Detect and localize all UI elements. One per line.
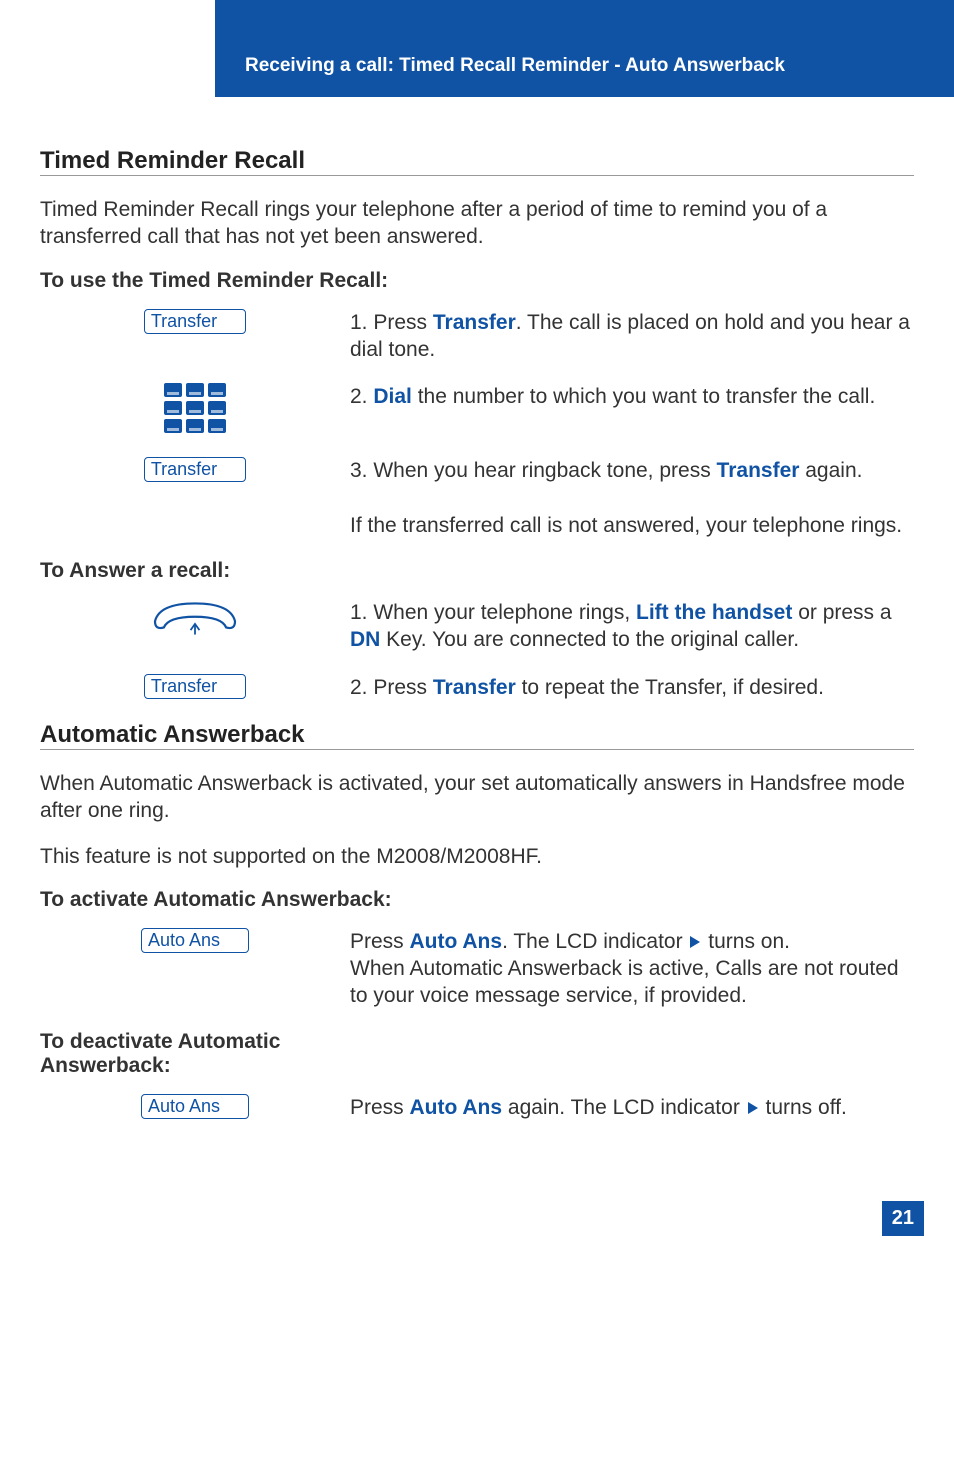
page-content: Timed Reminder Recall Timed Reminder Rec… bbox=[0, 97, 954, 1171]
auto-ans-keyword: Auto Ans bbox=[410, 930, 503, 953]
step-text: Press Auto Ans again. The LCD indicator … bbox=[350, 1094, 914, 1121]
subheading-answer-recall: To Answer a recall: bbox=[40, 559, 914, 583]
transfer-key-icon: Transfer bbox=[144, 457, 246, 482]
icon-col bbox=[40, 383, 350, 437]
transfer-key-icon: Transfer bbox=[144, 309, 246, 334]
step-row: 2. Dial the number to which you want to … bbox=[40, 383, 914, 437]
step-row: Transfer 1. Press Transfer. The call is … bbox=[40, 309, 914, 364]
step-text: Press Auto Ans. The LCD indicator turns … bbox=[350, 928, 914, 1010]
section-title-auto-answerback: Automatic Answerback bbox=[40, 721, 914, 750]
icon-col: Auto Ans bbox=[40, 928, 350, 953]
dn-keyword: DN bbox=[350, 628, 380, 651]
icon-col bbox=[40, 599, 350, 644]
page-header-text: Receiving a call: Timed Recall Reminder … bbox=[245, 55, 785, 76]
auto-answerback-p2: This feature is not supported on the M20… bbox=[40, 843, 914, 870]
step-row: Transfer 2. Press Transfer to repeat the… bbox=[40, 674, 914, 701]
step-text: 3. When you hear ringback tone, press Tr… bbox=[350, 457, 914, 539]
subheading-use-trr: To use the Timed Reminder Recall: bbox=[40, 269, 914, 293]
intro-text: Timed Reminder Recall rings your telepho… bbox=[40, 196, 914, 251]
auto-ans-key-icon: Auto Ans bbox=[141, 928, 249, 953]
subheading-deactivate: To deactivate Automatic Answerback: bbox=[40, 1030, 370, 1078]
transfer-keyword: Transfer bbox=[433, 676, 516, 699]
lcd-indicator-icon bbox=[748, 1102, 758, 1114]
step-row: Auto Ans Press Auto Ans. The LCD indicat… bbox=[40, 928, 914, 1010]
transfer-keyword: Transfer bbox=[717, 459, 800, 482]
icon-col: Transfer bbox=[40, 309, 350, 334]
section-title-timed-reminder: Timed Reminder Recall bbox=[40, 147, 914, 176]
transfer-key-icon: Transfer bbox=[144, 674, 246, 699]
transfer-keyword: Transfer bbox=[433, 311, 516, 334]
dial-pad-icon bbox=[164, 383, 226, 437]
icon-col: Transfer bbox=[40, 457, 350, 482]
step-text: 2. Dial the number to which you want to … bbox=[350, 383, 914, 410]
icon-col: Auto Ans bbox=[40, 1094, 350, 1119]
auto-ans-keyword: Auto Ans bbox=[410, 1096, 503, 1119]
lift-handset-icon bbox=[150, 599, 240, 644]
step-text: 1. Press Transfer. The call is placed on… bbox=[350, 309, 914, 364]
auto-answerback-p1: When Automatic Answerback is activated, … bbox=[40, 770, 914, 825]
icon-col: Transfer bbox=[40, 674, 350, 699]
step-text: 2. Press Transfer to repeat the Transfer… bbox=[350, 674, 914, 701]
page-header: Receiving a call: Timed Recall Reminder … bbox=[215, 0, 954, 97]
step-row: Auto Ans Press Auto Ans again. The LCD i… bbox=[40, 1094, 914, 1121]
subheading-activate: To activate Automatic Answerback: bbox=[40, 888, 914, 912]
lift-handset-keyword: Lift the handset bbox=[636, 601, 792, 624]
page-number: 21 bbox=[882, 1201, 924, 1236]
step-text: 1. When your telephone rings, Lift the h… bbox=[350, 599, 914, 654]
lcd-indicator-icon bbox=[690, 936, 700, 948]
dial-keyword: Dial bbox=[373, 385, 412, 408]
step-row: Transfer 3. When you hear ringback tone,… bbox=[40, 457, 914, 539]
step-row: 1. When your telephone rings, Lift the h… bbox=[40, 599, 914, 654]
auto-ans-key-icon: Auto Ans bbox=[141, 1094, 249, 1119]
